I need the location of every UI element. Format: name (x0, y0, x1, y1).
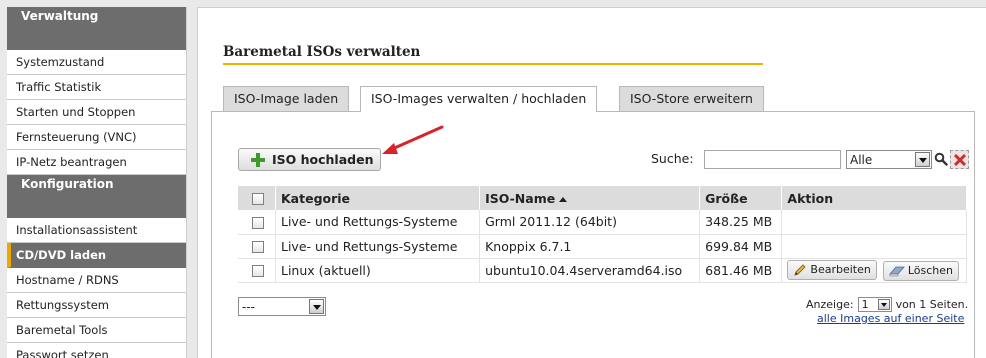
header-groesse[interactable]: Größe (699, 186, 783, 210)
cell-groesse: 681.46 MB (699, 258, 783, 283)
sidebar: Verwaltung Systemzustand Traffic Statist… (7, 7, 187, 358)
pagination: Anzeige: 1 von 1 Seiten. (806, 297, 968, 312)
cell-kategorie: Live- und Rettungs-Systeme (275, 210, 481, 235)
sidebar-item-baremetal-tools[interactable]: Baremetal Tools (7, 318, 186, 343)
upload-iso-label: ISO hochladen (272, 152, 374, 167)
sidebar-item-systemzustand[interactable]: Systemzustand (7, 50, 186, 75)
pager-suffix: von 1 Seiten. (895, 298, 969, 311)
cell-iso-name: Knoppix 6.7.1 (479, 234, 701, 259)
header-kategorie[interactable]: Kategorie (275, 186, 481, 210)
header-aktion: Aktion (781, 186, 967, 210)
pencil-icon (794, 263, 806, 276)
cell-kategorie: Linux (aktuell) (275, 258, 481, 283)
sidebar-item-ip-netz[interactable]: IP-Netz beantragen (7, 150, 186, 175)
search-filter-select[interactable]: Alle (846, 150, 932, 169)
row-checkbox-cell (238, 258, 276, 283)
row-checkbox[interactable] (252, 265, 264, 277)
red-arrow-annotation (382, 125, 444, 154)
header-iso-name[interactable]: ISO-Name (479, 186, 701, 210)
sidebar-section-verwaltung: Verwaltung (7, 7, 186, 50)
cell-groesse: 348.25 MB (699, 210, 783, 235)
tab-iso-images-verwalten[interactable]: ISO-Images verwalten / hochladen (360, 86, 598, 112)
search-filter-value: Alle (850, 152, 873, 167)
delete-button-label: Löschen (907, 264, 953, 277)
table-row: Linux (aktuell) ubuntu10.04.4serveramd64… (238, 258, 967, 283)
row-checkbox[interactable] (252, 241, 264, 253)
tab-iso-image-laden[interactable]: ISO-Image laden (223, 86, 350, 111)
clear-search-button[interactable] (950, 150, 969, 169)
select-all-cell (238, 186, 276, 210)
cell-aktion (781, 234, 967, 259)
row-checkbox[interactable] (252, 216, 264, 229)
sidebar-item-cd-dvd-laden[interactable]: CD/DVD laden (7, 243, 186, 268)
iso-table: Kategorie ISO-Name Größe Aktion Live- un… (238, 186, 967, 283)
pager-prefix: Anzeige: (806, 298, 854, 311)
chevron-down-icon (309, 299, 324, 314)
page-select-value: 1 (861, 298, 869, 311)
cell-kategorie: Live- und Rettungs-Systeme (275, 234, 481, 259)
cell-aktion: Bearbeiten Löschen (781, 258, 967, 283)
table-row: Live- und Rettungs-Systeme Grml 2011.12 … (238, 210, 967, 235)
page-title: Baremetal ISOs verwalten (223, 44, 421, 60)
sidebar-item-installationsassistent[interactable]: Installationsassistent (7, 218, 186, 243)
select-all-checkbox[interactable] (252, 193, 264, 205)
search-icon[interactable] (934, 152, 948, 166)
sidebar-item-fernsteuerung[interactable]: Fernsteuerung (VNC) (7, 125, 186, 150)
bulk-action-value: --- (242, 299, 255, 314)
cell-iso-name: ubuntu10.04.4serveramd64.iso (479, 258, 701, 283)
sidebar-item-hostname[interactable]: Hostname / RDNS (7, 268, 186, 293)
sidebar-item-rettungssystem[interactable]: Rettungssystem (7, 293, 186, 318)
plus-icon (251, 152, 265, 167)
delete-button[interactable]: Löschen (882, 260, 959, 281)
table-row: Live- und Rettungs-Systeme Knoppix 6.7.1… (238, 234, 967, 259)
chevron-down-icon (877, 299, 890, 310)
sort-ascending-icon (559, 196, 568, 202)
cell-groesse: 699.84 MB (699, 234, 783, 259)
table-header-row: Kategorie ISO-Name Größe Aktion (238, 186, 967, 210)
eraser-icon (888, 266, 905, 276)
search-label: Suche: (651, 151, 694, 166)
chevron-down-icon (915, 152, 930, 167)
title-underline (223, 63, 763, 65)
cell-iso-name: Grml 2011.12 (64bit) (479, 210, 701, 235)
edit-button-label: Bearbeiten (810, 263, 871, 276)
page-select[interactable]: 1 (857, 297, 892, 312)
tab-iso-store-erweitern[interactable]: ISO-Store erweitern (619, 86, 764, 111)
header-iso-name-label: ISO-Name (485, 190, 556, 206)
edit-button[interactable]: Bearbeiten (787, 259, 877, 280)
all-images-link[interactable]: alle Images auf einer Seite (817, 312, 964, 325)
cell-aktion (781, 210, 967, 235)
row-checkbox-cell (238, 210, 276, 235)
bulk-action-select[interactable]: --- (238, 297, 326, 316)
close-icon (953, 153, 967, 167)
row-checkbox-cell (238, 234, 276, 259)
main-panel: Baremetal ISOs verwalten ISO-Image laden… (197, 7, 986, 358)
search-input[interactable] (704, 150, 841, 169)
sidebar-item-traffic-statistik[interactable]: Traffic Statistik (7, 75, 186, 100)
sidebar-item-starten-stoppen[interactable]: Starten und Stoppen (7, 100, 186, 125)
sidebar-section-konfiguration: Konfiguration (7, 175, 186, 218)
sidebar-item-passwort-setzen[interactable]: Passwort setzen (7, 343, 186, 358)
upload-iso-button[interactable]: ISO hochladen (238, 148, 381, 171)
